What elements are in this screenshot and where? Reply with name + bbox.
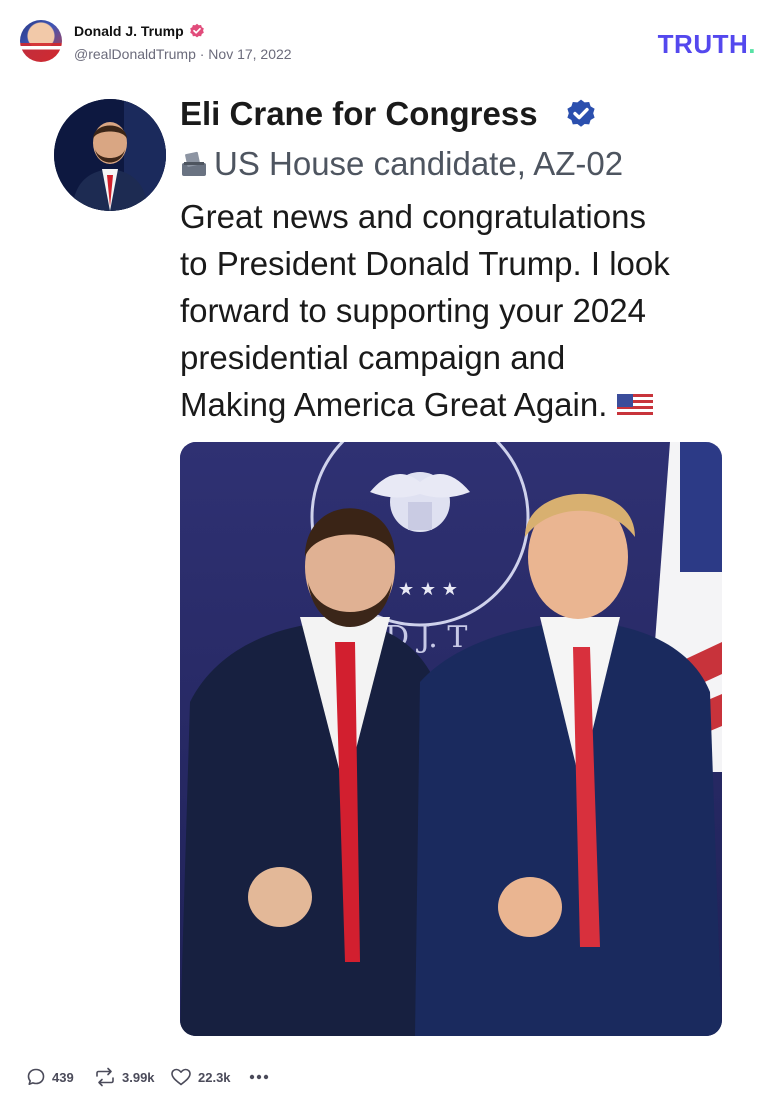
photo-illustration: ★ ★ ★ D J. T — [180, 442, 722, 1036]
embedded-avatar-portrait — [54, 99, 166, 211]
brand-text: TRUTH — [657, 29, 749, 59]
truth-logo[interactable]: TRUTH. — [658, 29, 756, 60]
reply-icon — [27, 1068, 45, 1085]
embedded-post-image[interactable]: Eli Crane for Congress US House candidat… — [52, 95, 732, 1045]
author-avatar[interactable] — [20, 20, 62, 62]
reply-button[interactable]: 439 — [26, 1064, 74, 1090]
brand-dot: . — [748, 29, 756, 59]
more-icon[interactable] — [248, 1067, 270, 1087]
ballot-box-icon — [182, 151, 206, 176]
like-icon — [171, 1068, 191, 1086]
body-line-4: presidential campaign and — [180, 339, 566, 376]
body-line-2: to President Donald Trump. I look — [180, 245, 670, 282]
like-count: 22.3k — [198, 1069, 231, 1085]
author-handle-date[interactable]: @realDonaldTrump · Nov 17, 2022 — [74, 46, 292, 62]
retruth-count: 3.99k — [122, 1069, 155, 1085]
embedded-subtitle: US House candidate, AZ-02 — [180, 145, 623, 183]
retruth-button[interactable]: 3.99k — [94, 1064, 155, 1090]
campaign-photo: ★ ★ ★ D J. T — [180, 442, 722, 1036]
embedded-body-text: Great news and congratulations to Presid… — [180, 193, 730, 428]
body-line-5: Making America Great Again. — [180, 381, 730, 428]
embedded-subtitle-text: US House candidate, AZ-02 — [214, 145, 624, 182]
body-line-3: forward to supporting your 2024 — [180, 292, 646, 329]
body-line-5-text: Making America Great Again. — [180, 386, 608, 423]
reply-count: 439 — [52, 1069, 74, 1085]
post-header: Donald J. Trump @realDonaldTrump · Nov 1… — [20, 20, 760, 66]
embedded-avatar — [54, 99, 166, 211]
verified-badge-icon — [190, 23, 204, 38]
action-bar: 439 3.99k 22.3k — [26, 1064, 426, 1090]
like-button[interactable]: 22.3k — [170, 1064, 231, 1090]
svg-text:★ ★ ★: ★ ★ ★ — [398, 579, 458, 600]
us-flag-icon — [617, 394, 654, 418]
body-line-1: Great news and congratulations — [180, 198, 646, 235]
embedded-account-name: Eli Crane for Congress — [180, 95, 538, 132]
author-name[interactable]: Donald J. Trump — [74, 23, 184, 39]
embedded-verified-icon — [567, 99, 595, 127]
retruth-icon — [96, 1067, 114, 1087]
